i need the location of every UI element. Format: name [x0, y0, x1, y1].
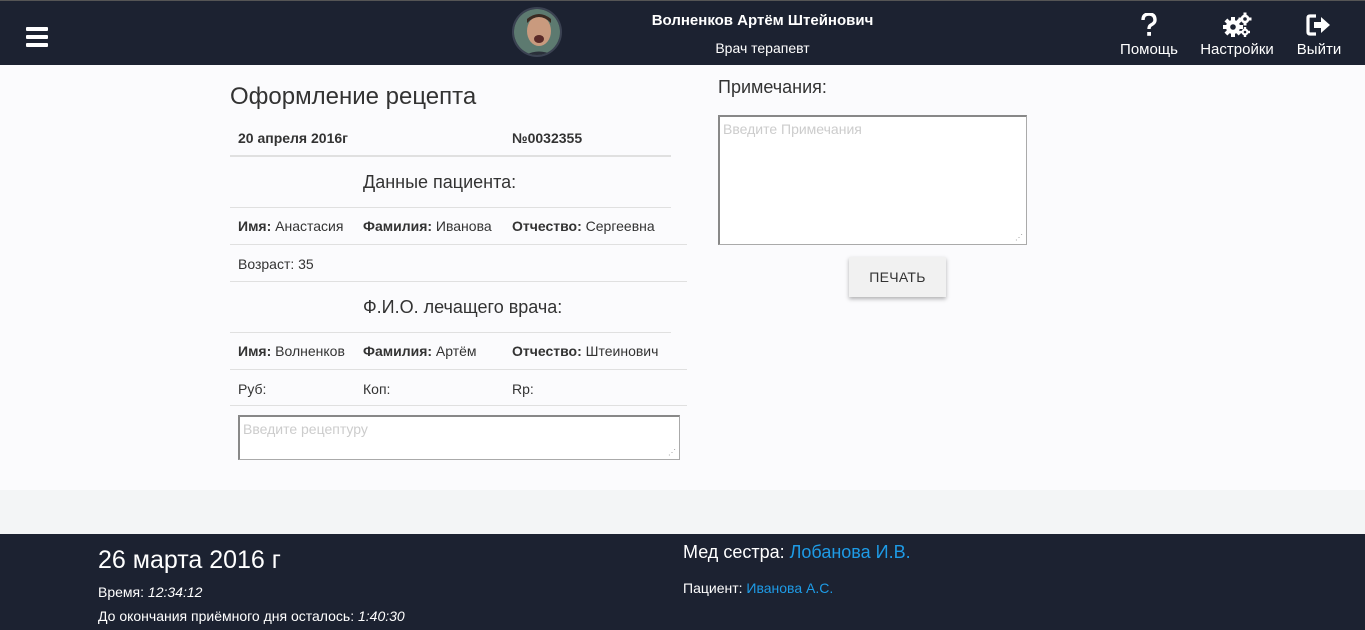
page-title: Оформление рецепта [230, 83, 477, 110]
prescription-form: 20 апреля 2016г №0032355 Данные пациента… [230, 118, 687, 406]
nurse-info: Мед сестра: Лобанова И.В. [683, 542, 911, 562]
doctor-last-name: Фамилия: Артём [363, 343, 477, 359]
resize-grip-icon[interactable]: ⋰ [1015, 234, 1023, 242]
avatar[interactable] [512, 7, 562, 57]
top-bar: Волненков Артём Штейнович Врач терапевт … [0, 0, 1365, 65]
doctor-name-row: Имя: Волненков Фамилия: Артём Отчество: … [230, 332, 671, 369]
hamburger-menu-icon[interactable] [26, 27, 48, 47]
doctor-patronymic: Отчество: Штеинович [512, 343, 659, 359]
notes-label: Примечания: [718, 77, 827, 97]
doctor-first-name: Имя: Волненков [238, 343, 345, 359]
doctor-section-row: Ф.И.О. лечащего врача: [230, 281, 687, 332]
kop-label: Коп: [363, 381, 391, 397]
sign-out-icon [1294, 11, 1344, 39]
print-button[interactable]: ПЕЧАТЬ [849, 257, 946, 297]
patient-first-name: Имя: Анастасия [238, 218, 344, 234]
question-icon [1120, 11, 1178, 39]
prescription-number: №0032355 [512, 130, 583, 146]
patient-patronymic: Отчество: Сергеевна [512, 218, 655, 234]
rub-label: Руб: [238, 381, 267, 397]
doctor-section-title: Ф.И.О. лечащего врача: [363, 297, 563, 317]
current-date: 26 марта 2016 г [98, 546, 281, 574]
notes-input[interactable] [718, 115, 1027, 245]
patient-section-title: Данные пациента: [363, 172, 517, 192]
help-button[interactable]: Помощь [1120, 11, 1178, 58]
footer: 26 марта 2016 г Время: 12:34:12 До оконч… [0, 534, 1365, 630]
current-time: Время: 12:34:12 [98, 584, 203, 600]
logout-label: Выйти [1296, 41, 1342, 58]
prescription-date: 20 апреля 2016г [238, 130, 348, 146]
user-name: Волненков Артём Штейнович [651, 12, 874, 29]
nurse-link[interactable]: Лобанова И.В. [790, 542, 911, 562]
rp-label: Rp: [512, 381, 534, 397]
time-remaining: До окончания приёмного дня осталось: 1:4… [98, 608, 405, 624]
patient-info: Пациент: Иванова А.С. [683, 580, 834, 596]
logout-button[interactable]: Выйти [1294, 11, 1344, 58]
patient-section-row: Данные пациента: [230, 157, 687, 207]
help-label: Помощь [1120, 41, 1178, 58]
form-header-row: 20 апреля 2016г №0032355 [230, 118, 671, 157]
divider-strip [0, 490, 1365, 534]
patient-age: Возраст: 35 [238, 256, 314, 272]
patient-age-row: Возраст: 35 [230, 244, 687, 281]
recipe-input[interactable] [238, 415, 680, 460]
gears-icon [1200, 11, 1274, 39]
price-row: Руб: Коп: Rp: [230, 369, 687, 406]
resize-grip-icon[interactable]: ⋰ [668, 449, 676, 457]
patient-last-name: Фамилия: Иванова [363, 218, 492, 234]
user-role: Врач терапевт [715, 40, 810, 56]
settings-label: Настройки [1200, 41, 1274, 58]
settings-button[interactable]: Настройки [1200, 11, 1274, 58]
patient-name-row: Имя: Анастасия Фамилия: Иванова Отчество… [230, 207, 671, 244]
patient-link[interactable]: Иванова А.С. [746, 580, 833, 596]
